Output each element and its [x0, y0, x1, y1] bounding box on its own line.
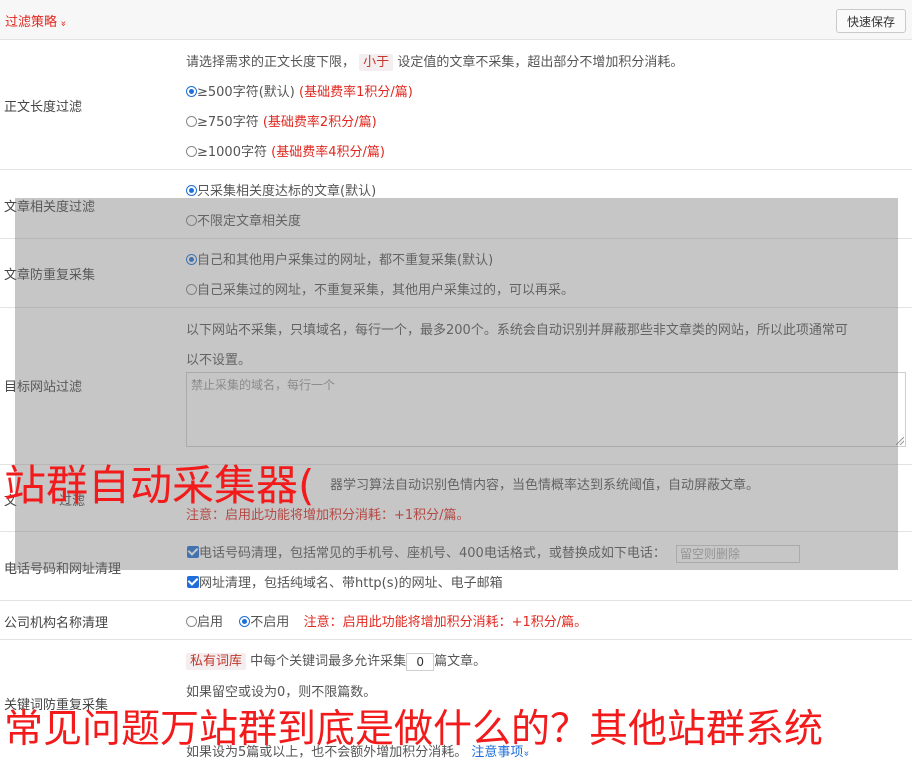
option-label: 启用 [197, 615, 224, 630]
filter-strategy-header: 过滤策略» 快速保存 [0, 0, 912, 40]
option-label: ≥500字符(默认) [197, 85, 295, 100]
less-than-tag: 小于 [359, 54, 394, 71]
filter-strategy-toggle[interactable]: 过滤策略» [5, 11, 69, 30]
radio-icon[interactable] [186, 616, 197, 627]
length-option-1000[interactable]: ≥1000字符 (基础费率4积分/篇) [186, 141, 385, 160]
max-articles-input[interactable]: 0 [406, 652, 435, 671]
radio-icon[interactable] [186, 86, 197, 97]
keyword-dedupe-line1: 私有词库 中每个关键词最多允许采集 0 篇文章。 [186, 650, 486, 671]
radio-icon[interactable] [186, 185, 197, 196]
org-disable-option[interactable]: 不启用 [239, 615, 289, 630]
header-title: 过滤策略 [5, 15, 58, 30]
option-rate-note: (基础费率1积分/篇) [299, 85, 413, 100]
chevron-down-icon: » [57, 20, 69, 27]
option-label: 不启用 [250, 615, 290, 630]
radio-icon[interactable] [186, 116, 197, 127]
length-option-750[interactable]: ≥750字符 (基础费率2积分/篇) [186, 111, 377, 130]
org-clean-label: 公司机构名称清理 [4, 616, 109, 631]
option-label: ≥750字符 [197, 115, 259, 130]
length-filter-desc: 请选择需求的正文长度下限， 小于 设定值的文章不采集，超出部分不增加积分消耗。 [186, 51, 684, 71]
org-clean-options: 启用 不启用 注意：启用此功能将增加积分消耗：+1积分/篇。 [186, 611, 587, 630]
desc-text: 中每个关键词最多允许采集 [250, 654, 407, 669]
length-option-500[interactable]: ≥500字符(默认) (基础费率1积分/篇) [186, 81, 413, 100]
length-filter-label: 正文长度过滤 [4, 100, 83, 115]
org-clean-row: 公司机构名称清理 启用 不启用 注意：启用此功能将增加积分消耗：+1积分/篇。 [0, 601, 912, 640]
checkbox-checked-icon[interactable] [187, 576, 199, 588]
option-label: ≥1000字符 [197, 145, 267, 160]
watermark-text-bottom: 常见问题万站群到底是做什么的？其他站群系统 [4, 707, 824, 752]
option-rate-note: (基础费率4积分/篇) [271, 145, 385, 160]
org-enable-option[interactable]: 启用 [186, 615, 223, 630]
gray-overlay [15, 198, 898, 570]
desc-text: 请选择需求的正文长度下限， [186, 55, 356, 70]
url-clean-option[interactable]: 网址清理，包括纯域名、带http(s)的网址、电子邮箱 [187, 572, 503, 591]
private-lexicon-tag[interactable]: 私有词库 [186, 653, 247, 670]
watermark-text-top: 站群自动采集器( [4, 461, 315, 510]
radio-icon[interactable] [239, 616, 251, 627]
org-clean-note: 注意：启用此功能将增加积分消耗：+1积分/篇。 [303, 615, 588, 630]
length-filter-row: 正文长度过滤 请选择需求的正文长度下限， 小于 设定值的文章不采集，超出部分不增… [0, 40, 912, 170]
option-rate-note: (基础费率2积分/篇) [262, 115, 377, 130]
option-label: 只采集相关度达标的文章(默认) [197, 184, 377, 199]
relevance-option-required[interactable]: 只采集相关度达标的文章(默认) [186, 180, 376, 199]
option-label: 网址清理，包括纯域名、带http(s)的网址、电子邮箱 [199, 576, 503, 591]
desc-text: 篇文章。 [434, 654, 487, 669]
quick-save-button[interactable]: 快速保存 [836, 9, 906, 33]
radio-icon[interactable] [186, 146, 197, 157]
desc-text: 设定值的文章不采集，超出部分不增加积分消耗。 [397, 55, 684, 70]
